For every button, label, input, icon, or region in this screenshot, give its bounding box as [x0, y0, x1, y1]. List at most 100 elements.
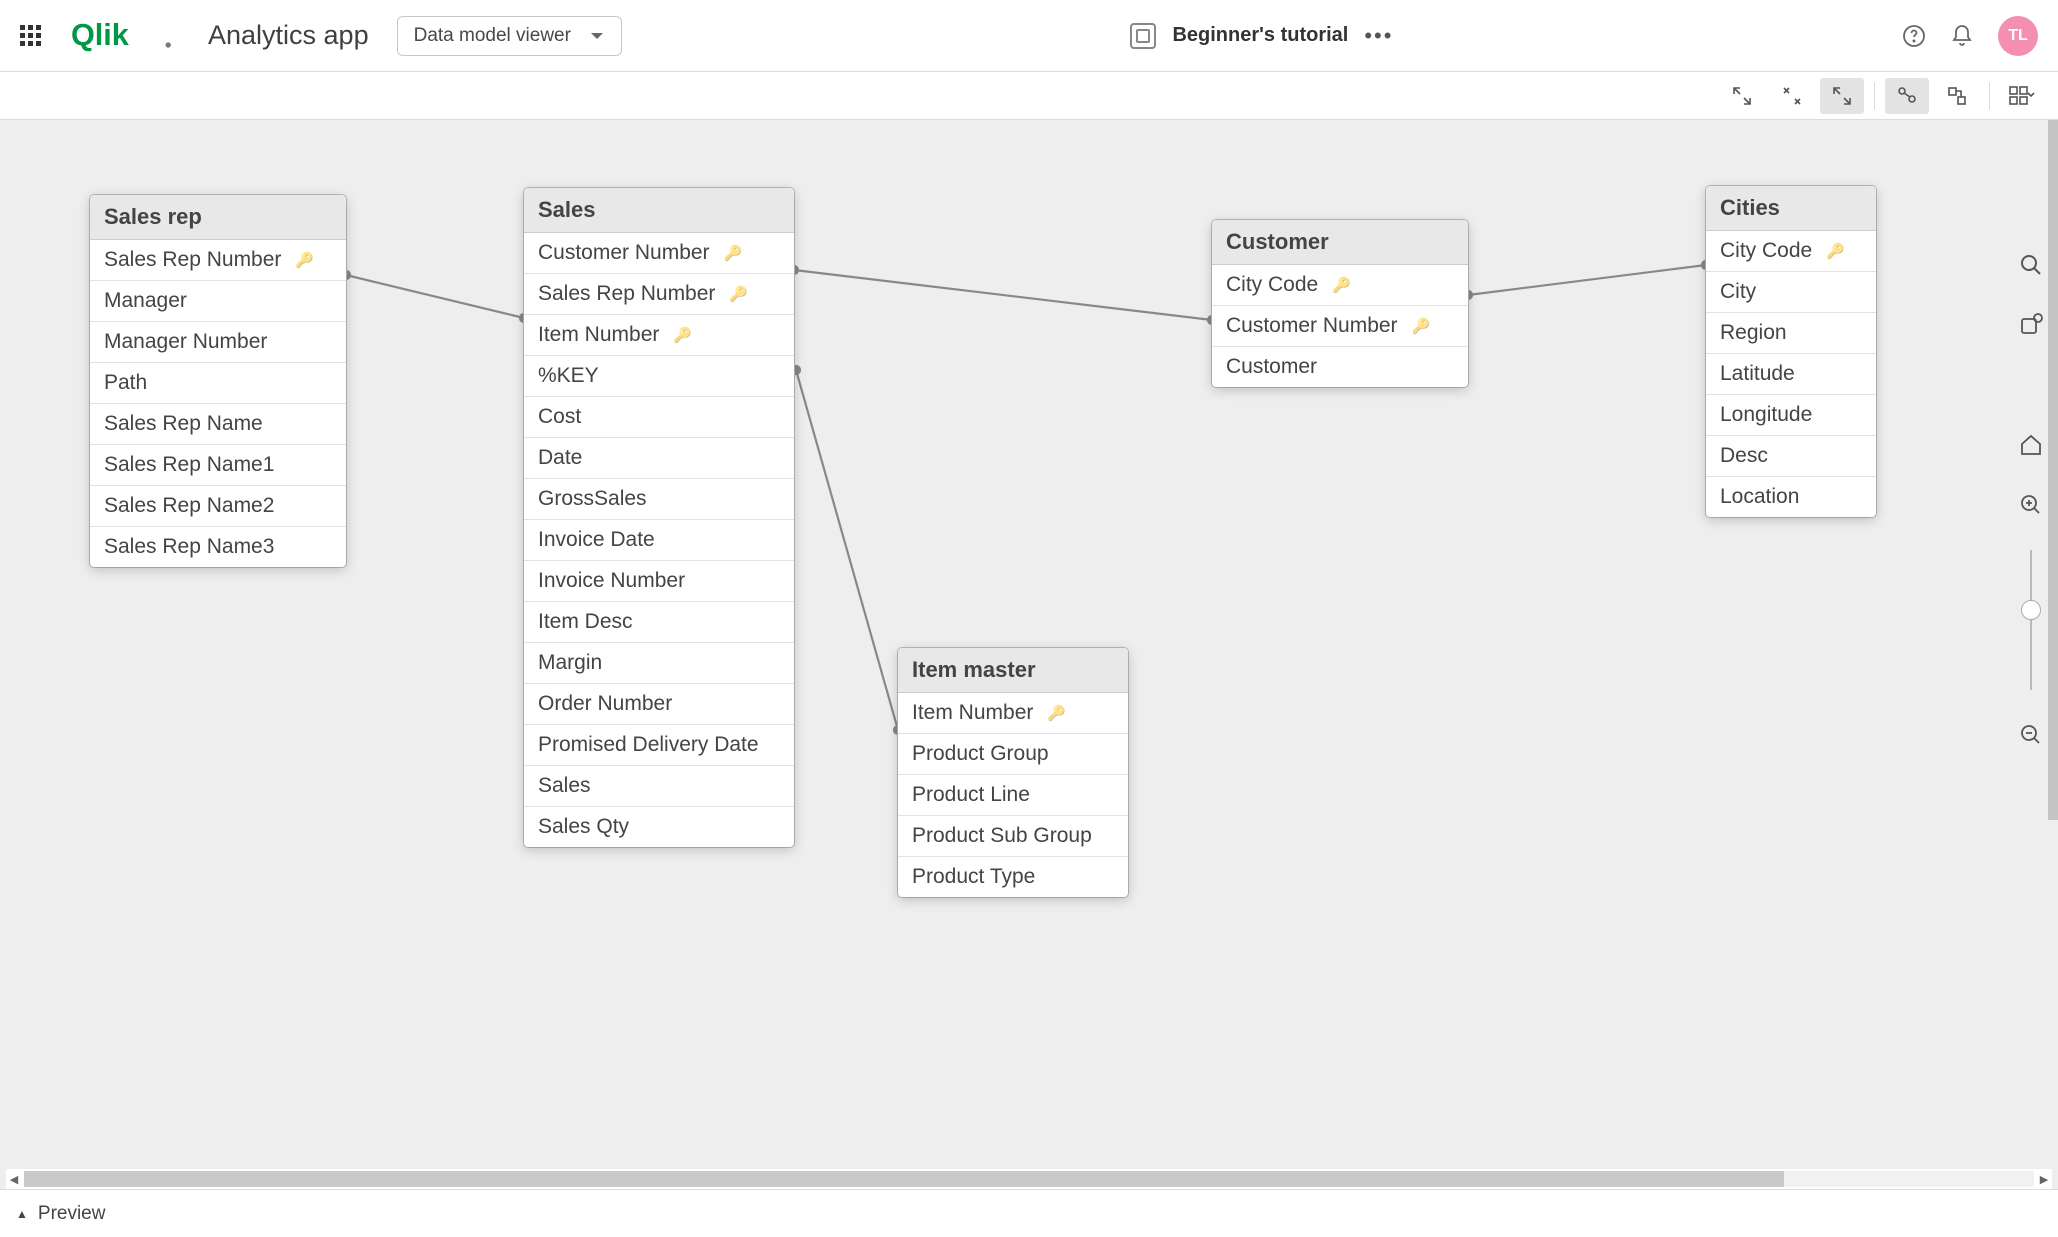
- field-name: Manager Number: [104, 330, 267, 354]
- data-model-canvas[interactable]: Sales repSales Rep Number🔑ManagerManager…: [0, 120, 2058, 1189]
- notifications-icon[interactable]: [1950, 24, 1974, 48]
- locate-icon[interactable]: [2016, 310, 2046, 340]
- table-header[interactable]: Customer: [1212, 220, 1468, 265]
- field-name: Sales Qty: [538, 815, 629, 839]
- table-field[interactable]: Sales Rep Number🔑: [90, 240, 346, 281]
- table-field[interactable]: Path: [90, 363, 346, 404]
- table-sales-rep[interactable]: Sales repSales Rep Number🔑Manager Manager…: [90, 195, 346, 567]
- internal-view-icon[interactable]: [1885, 78, 1929, 114]
- table-field[interactable]: Sales Rep Number🔑: [524, 274, 794, 315]
- zoom-slider[interactable]: [2030, 550, 2032, 690]
- table-field[interactable]: Sales Rep Name3: [90, 527, 346, 567]
- table-field[interactable]: Latitude: [1706, 354, 1876, 395]
- table-field[interactable]: %KEY: [524, 356, 794, 397]
- table-field[interactable]: City Code🔑: [1212, 265, 1468, 306]
- key-icon: 🔑: [673, 326, 692, 344]
- collapse-selected-icon[interactable]: [1770, 78, 1814, 114]
- table-field[interactable]: Cost: [524, 397, 794, 438]
- table-field[interactable]: Sales Rep Name1: [90, 445, 346, 486]
- field-name: GrossSales: [538, 487, 647, 511]
- table-field[interactable]: Invoice Date: [524, 520, 794, 561]
- table-field[interactable]: Product Sub Group: [898, 816, 1128, 857]
- table-field[interactable]: Date: [524, 438, 794, 479]
- field-name: Invoice Number: [538, 569, 685, 593]
- table-field[interactable]: Manager: [90, 281, 346, 322]
- scroll-right-arrow[interactable]: ▶: [2036, 1171, 2052, 1187]
- apps-launcher-icon[interactable]: [20, 25, 42, 47]
- help-icon[interactable]: [1902, 24, 1926, 48]
- scroll-left-arrow[interactable]: ◀: [6, 1171, 22, 1187]
- table-field[interactable]: Item Desc: [524, 602, 794, 643]
- horizontal-scrollbar[interactable]: ◀ ▶: [6, 1169, 2052, 1189]
- field-name: Location: [1720, 485, 1799, 509]
- table-field[interactable]: Desc: [1706, 436, 1876, 477]
- field-name: Item Desc: [538, 610, 633, 634]
- table-header[interactable]: Sales: [524, 188, 794, 233]
- view-dropdown[interactable]: Data model viewer: [397, 16, 622, 56]
- table-field[interactable]: Sales Rep Name: [90, 404, 346, 445]
- table-field[interactable]: Location: [1706, 477, 1876, 517]
- table-customer[interactable]: CustomerCity Code🔑Customer Number🔑Custom…: [1212, 220, 1468, 387]
- table-field[interactable]: Sales Rep Name2: [90, 486, 346, 527]
- more-menu-icon[interactable]: •••: [1364, 23, 1393, 49]
- scroll-thumb[interactable]: [24, 1171, 1784, 1187]
- qlik-logo[interactable]: Qlik: [70, 18, 180, 54]
- table-cities[interactable]: CitiesCity Code🔑 City Region Latitude Longit…: [1706, 186, 1876, 517]
- table-field[interactable]: Product Type: [898, 857, 1128, 897]
- preview-panel[interactable]: ▲ Preview: [0, 1189, 2058, 1237]
- table-field[interactable]: Promised Delivery Date: [524, 725, 794, 766]
- field-name: Order Number: [538, 692, 672, 716]
- zoom-in-icon[interactable]: [2016, 490, 2046, 520]
- app-header: Qlik Analytics app Data model viewer Beg…: [0, 0, 2058, 72]
- expand-preview-icon[interactable]: ▲: [16, 1207, 28, 1221]
- search-icon[interactable]: [2016, 250, 2046, 280]
- table-header[interactable]: Item master: [898, 648, 1128, 693]
- table-field[interactable]: Order Number: [524, 684, 794, 725]
- table-field[interactable]: Customer Number🔑: [1212, 306, 1468, 347]
- table-field[interactable]: Product Group: [898, 734, 1128, 775]
- table-field[interactable]: Manager Number: [90, 322, 346, 363]
- key-icon: 🔑: [1332, 276, 1351, 294]
- table-field[interactable]: City: [1706, 272, 1876, 313]
- table-field[interactable]: Item Number🔑: [898, 693, 1128, 734]
- field-name: Sales Rep Name: [104, 412, 263, 436]
- table-field[interactable]: Margin: [524, 643, 794, 684]
- table-field[interactable]: Longitude: [1706, 395, 1876, 436]
- field-name: Invoice Date: [538, 528, 655, 552]
- user-avatar[interactable]: TL: [1998, 16, 2038, 56]
- field-name: Sales Rep Name2: [104, 494, 274, 518]
- zoom-out-icon[interactable]: [2016, 720, 2046, 750]
- field-name: Item Number: [538, 323, 659, 347]
- key-icon: 🔑: [724, 244, 743, 262]
- field-name: City: [1720, 280, 1756, 304]
- toolbar-separator: [1874, 82, 1875, 110]
- table-field[interactable]: Invoice Number: [524, 561, 794, 602]
- source-view-icon[interactable]: [1935, 78, 1979, 114]
- collapse-all-icon[interactable]: [1720, 78, 1764, 114]
- table-field[interactable]: Product Line: [898, 775, 1128, 816]
- table-field[interactable]: Item Number 🔑: [524, 315, 794, 356]
- vertical-scrollbar[interactable]: [2048, 120, 2058, 820]
- field-name: Path: [104, 371, 147, 395]
- layout-menu-icon[interactable]: [2000, 78, 2044, 114]
- svg-text:Qlik: Qlik: [71, 18, 130, 52]
- field-name: Sales Rep Name1: [104, 453, 274, 477]
- expand-all-icon[interactable]: [1820, 78, 1864, 114]
- table-header[interactable]: Sales rep: [90, 195, 346, 240]
- field-name: City Code: [1720, 239, 1812, 263]
- home-icon[interactable]: [2016, 430, 2046, 460]
- table-field[interactable]: GrossSales: [524, 479, 794, 520]
- table-header[interactable]: Cities: [1706, 186, 1876, 231]
- key-icon: 🔑: [729, 285, 748, 303]
- table-field[interactable]: Sales Qty: [524, 807, 794, 847]
- field-name: Promised Delivery Date: [538, 733, 759, 757]
- table-field[interactable]: Customer: [1212, 347, 1468, 387]
- table-field[interactable]: Customer Number🔑: [524, 233, 794, 274]
- table-field[interactable]: Sales: [524, 766, 794, 807]
- table-field[interactable]: Region: [1706, 313, 1876, 354]
- table-field[interactable]: City Code🔑: [1706, 231, 1876, 272]
- field-name: Latitude: [1720, 362, 1795, 386]
- table-item-master[interactable]: Item masterItem Number🔑Product GroupProd…: [898, 648, 1128, 897]
- sheet-icon[interactable]: [1130, 23, 1156, 49]
- table-sales[interactable]: SalesCustomer Number🔑Sales Rep Number🔑It…: [524, 188, 794, 847]
